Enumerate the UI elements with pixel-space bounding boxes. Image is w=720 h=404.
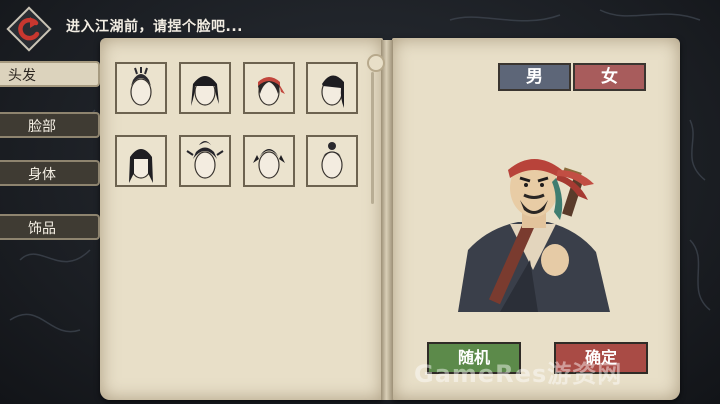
hair-option[interactable] [243,135,295,187]
hair-preview-icon [191,76,219,106]
hair-option[interactable] [306,135,358,187]
bookmark-bead-icon [367,54,385,72]
hair-option[interactable] [179,62,231,114]
scrollbar[interactable] [371,72,374,204]
hair-preview-icon [186,141,224,179]
random-button[interactable]: 随机 [427,342,521,374]
book-spine [381,40,393,400]
tab-face[interactable]: 脸部 [0,112,100,138]
hair-preview-icon [253,149,285,179]
hair-preview-icon [321,75,344,108]
tab-hair[interactable]: 头发 [0,61,100,87]
hair-option[interactable] [115,62,167,114]
hair-preview-icon [321,142,343,179]
tab-label: 脸部 [28,119,56,135]
gender-female-button[interactable]: 女 [573,63,646,91]
tab-accessory[interactable]: 饰品 [0,214,100,240]
tab-body[interactable]: 身体 [0,160,100,186]
gender-male-button[interactable]: 男 [498,63,571,91]
character-portrait [458,159,610,312]
hair-option[interactable] [243,62,295,114]
hair-preview-icon [129,149,153,183]
page-title: 进入江湖前，请捏个脸吧... [66,19,243,35]
hair-preview-icon [258,77,285,106]
tab-label: 头发 [8,68,36,84]
tab-label: 饰品 [28,221,56,237]
hair-option[interactable] [306,62,358,114]
hair-preview-icon [130,67,152,106]
hair-option[interactable] [179,135,231,187]
confirm-button[interactable]: 确定 [554,342,648,374]
back-button[interactable] [6,6,52,52]
hair-option[interactable] [115,135,167,187]
tab-label: 身体 [28,167,56,183]
